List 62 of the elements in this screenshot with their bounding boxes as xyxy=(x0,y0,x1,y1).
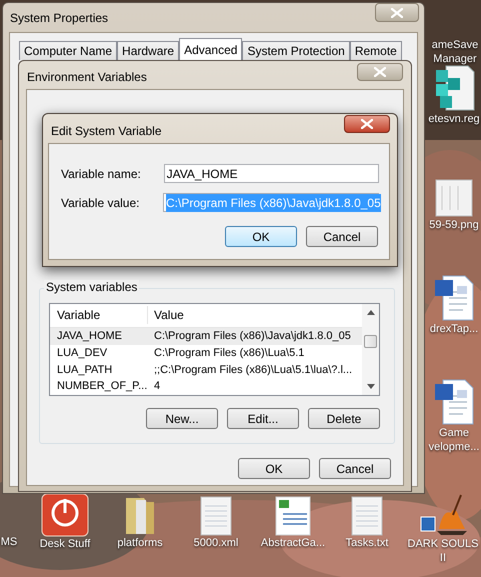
dialog-button[interactable]: OK xyxy=(225,226,297,247)
table-cell-text: 4 xyxy=(153,379,160,394)
icon-label: platforms xyxy=(117,536,163,550)
icon-label: AbstractGa... xyxy=(260,536,326,550)
window-title: Environment Variables xyxy=(27,69,147,86)
icon-label: MS xyxy=(0,535,18,549)
power-icon xyxy=(41,493,89,537)
input-field[interactable]: JAVA_HOME xyxy=(164,164,379,183)
icon-label: drexTap... xyxy=(430,322,478,336)
icon-label: Desk Stuff xyxy=(40,537,90,551)
list-row[interactable]: LUA_DEV C:\Program Files (x86)\Lua\5.1 xyxy=(50,344,362,362)
image-file-icon xyxy=(434,178,474,218)
tab[interactable]: Hardware xyxy=(117,41,180,60)
scrollbar[interactable] xyxy=(362,304,379,395)
column-header[interactable]: Variable xyxy=(50,306,148,324)
field-label: Variable value: xyxy=(61,194,140,212)
close-icon xyxy=(374,67,386,77)
dialog-button[interactable]: Cancel xyxy=(319,458,391,479)
text-file-icon xyxy=(200,496,232,536)
close-icon xyxy=(391,8,403,18)
text-file-icon xyxy=(351,496,383,536)
icon-label: DARK SOULS xyxy=(408,537,478,551)
window-title: System Properties xyxy=(10,10,108,27)
tab[interactable]: Computer Name xyxy=(19,41,118,60)
table-cell-text: NUMBER_OF_P... xyxy=(56,379,148,394)
close-button[interactable] xyxy=(344,115,390,133)
dialog-button[interactable]: OK xyxy=(238,458,310,479)
code-file-icon xyxy=(275,496,311,536)
document-icon xyxy=(433,378,475,426)
scroll-down-icon[interactable] xyxy=(366,384,374,389)
dialog-button[interactable]: Edit... xyxy=(227,408,299,429)
field-label: Variable name: xyxy=(61,166,142,182)
table-cell-text: C:\Program Files (x86)\Java\jdk1.8.0_05 xyxy=(153,328,351,344)
table-cell-text: ;;C:\Program Files (x86)\Lua\5.1\lua\?.l... xyxy=(153,362,352,378)
dialog-button[interactable]: New... xyxy=(146,408,218,429)
icon-label: Tasks.txt xyxy=(346,536,388,550)
close-icon xyxy=(361,119,373,129)
window-title: Edit System Variable xyxy=(51,123,162,140)
icon-label: 5000.xml xyxy=(194,536,238,550)
document-icon xyxy=(433,274,475,322)
icon-label: velopme... xyxy=(428,440,480,454)
column-header[interactable]: Value xyxy=(148,306,184,324)
icon-label: Game xyxy=(439,426,469,440)
tab[interactable]: Advanced xyxy=(179,38,242,60)
icon-label: 59-59.png xyxy=(429,218,479,232)
table-cell-text: JAVA_HOME xyxy=(56,328,123,344)
icon-label: Manager xyxy=(433,52,477,66)
scroll-thumb[interactable] xyxy=(364,335,377,348)
icon-label: ameSave xyxy=(432,38,478,52)
dialog-button[interactable]: Cancel xyxy=(306,226,378,247)
group-label: System variables xyxy=(44,280,140,294)
tab[interactable]: System Protection xyxy=(242,41,350,60)
tab[interactable]: Remote xyxy=(350,41,402,60)
table-cell-text: LUA_DEV xyxy=(56,346,108,361)
icon-label: II xyxy=(440,551,446,565)
list-row[interactable]: JAVA_HOME C:\Program Files (x86)\Java\jdk1.8.0_05 xyxy=(50,328,362,345)
bonfire-icon xyxy=(419,493,467,537)
table-cell-text: C:\Program Files (x86)\Lua\5.1 xyxy=(153,346,304,361)
scroll-up-icon[interactable] xyxy=(366,310,374,315)
dialog-button[interactable]: Delete xyxy=(308,408,380,429)
icon-label: etesvn.reg xyxy=(428,112,480,126)
table-cell-text: LUA_PATH xyxy=(56,362,114,378)
